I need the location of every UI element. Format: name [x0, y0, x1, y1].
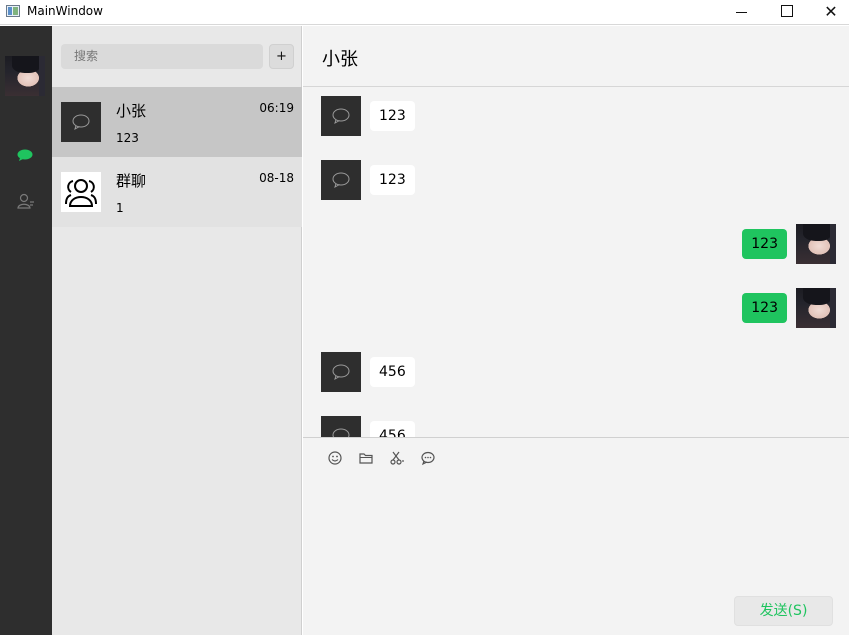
close-button[interactable]: ✕ [808, 0, 849, 25]
add-button[interactable]: + [269, 44, 294, 69]
contact-name: 小张 [116, 102, 147, 120]
minimize-button[interactable] [718, 0, 764, 25]
contact-item-xiaozhang[interactable]: 小张 06:19 123 [52, 87, 302, 157]
chat-bubble-icon [321, 352, 361, 392]
contact-name: 群聊 [116, 172, 147, 190]
chat-icon[interactable] [17, 149, 33, 161]
message-icon[interactable] [420, 450, 436, 466]
contact-time: 08-18 [259, 171, 294, 185]
message-list[interactable]: 123 123 123 123 456 456 [303, 87, 849, 437]
message-bubble: 123 [742, 229, 787, 259]
nav-sidebar [0, 26, 52, 635]
chat-bubble-icon [321, 416, 361, 437]
message-bubble: 456 [370, 357, 415, 387]
message-incoming: 123 [321, 96, 621, 136]
chat-bubble-icon [321, 160, 361, 200]
user-avatar [796, 288, 836, 328]
chat-bubble-icon [61, 102, 101, 142]
message-incoming: 456 [321, 352, 621, 392]
title-bar: MainWindow ✕ [0, 0, 849, 25]
contact-list-pane: 搜索 + 小张 06:19 123 群聊 08-18 1 [52, 26, 302, 635]
emoji-icon[interactable] [327, 450, 343, 466]
message-bubble: 123 [370, 165, 415, 195]
message-bubble: 123 [742, 293, 787, 323]
chat-pane: 小张 123 123 123 123 456 456 发送(S) [303, 26, 849, 635]
user-avatar[interactable] [5, 56, 45, 96]
search-input[interactable]: 搜索 [61, 44, 263, 69]
group-icon [61, 172, 101, 212]
chat-header: 小张 [303, 26, 849, 87]
contact-last-message: 123 [116, 131, 139, 145]
message-incoming: 456 [321, 416, 621, 437]
message-outgoing: 123 [603, 224, 836, 264]
message-bubble: 456 [370, 421, 415, 437]
contact-time: 06:19 [259, 101, 294, 115]
message-incoming: 123 [321, 160, 621, 200]
send-button[interactable]: 发送(S) [734, 596, 833, 626]
message-outgoing: 123 [603, 288, 836, 328]
scissors-icon[interactable] [389, 450, 405, 466]
user-avatar [796, 224, 836, 264]
chat-bubble-icon [321, 96, 361, 136]
message-input-area[interactable]: 发送(S) [303, 437, 849, 635]
window-title: MainWindow [27, 4, 103, 18]
folder-icon[interactable] [358, 450, 374, 466]
chat-title: 小张 [322, 49, 358, 70]
contacts-icon[interactable] [17, 193, 35, 209]
contact-item-group[interactable]: 群聊 08-18 1 [52, 157, 302, 227]
maximize-button[interactable] [764, 0, 810, 25]
message-bubble: 123 [370, 101, 415, 131]
contact-last-message: 1 [116, 201, 124, 215]
app-icon [6, 5, 20, 17]
